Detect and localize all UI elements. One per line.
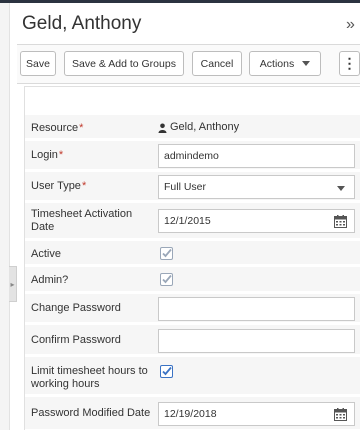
timesheet-activation-value: 12/1/2015 <box>164 215 211 227</box>
confirm-password-row: Confirm Password <box>25 325 360 356</box>
calendar-icon[interactable] <box>334 408 347 421</box>
actions-dropdown-button[interactable]: Actions <box>249 51 321 76</box>
limit-timesheet-row: Limit timesheet hours to working hours <box>25 357 360 396</box>
panel-collapse-handle[interactable]: ▸ <box>9 266 17 302</box>
actions-label: Actions <box>259 57 295 70</box>
password-modified-date-input[interactable]: 12/19/2018 <box>158 402 355 426</box>
left-panel-gutter <box>0 3 10 430</box>
toolbar: Save Save & Add to Groups Cancel Actions… <box>17 44 360 84</box>
admin-checkbox[interactable] <box>160 273 173 286</box>
admin-row: Admin? <box>25 267 360 293</box>
change-password-label: Change Password <box>31 302 121 314</box>
active-checkbox[interactable] <box>160 247 173 260</box>
save-add-to-groups-button[interactable]: Save & Add to Groups <box>64 51 184 76</box>
required-marker: * <box>81 180 87 192</box>
resource-row: Resource* Geld, Anthony <box>25 115 360 140</box>
chevron-down-icon <box>337 186 345 191</box>
change-password-input[interactable] <box>158 297 355 321</box>
change-password-row: Change Password <box>25 294 360 324</box>
more-options-button[interactable]: ⋮ <box>339 51 360 76</box>
cancel-button[interactable]: Cancel <box>192 51 242 76</box>
required-marker: * <box>58 149 64 161</box>
calendar-icon[interactable] <box>334 215 347 228</box>
admin-label: Admin? <box>31 274 69 286</box>
user-type-select[interactable]: Full User <box>158 175 355 199</box>
active-row: Active <box>25 241 360 266</box>
login-input[interactable]: admindemo <box>158 144 355 168</box>
user-type-label: User Type* <box>31 180 87 192</box>
page-title: Geld, Anthony <box>22 13 142 34</box>
login-label: Login* <box>31 149 64 161</box>
active-label: Active <box>31 248 61 260</box>
top-bar <box>0 0 360 3</box>
password-modified-row: Password Modified Date 12/19/2018 <box>25 397 360 431</box>
user-type-value: Full User <box>164 181 207 193</box>
confirm-password-input[interactable] <box>158 329 355 353</box>
resource-label: Resource* <box>31 122 84 134</box>
save-button[interactable]: Save <box>20 51 56 76</box>
required-marker: * <box>79 122 84 134</box>
timesheet-activation-row: Timesheet Activation Date 12/1/2015 <box>25 203 360 240</box>
password-modified-label: Password Modified Date <box>31 407 151 419</box>
user-type-row: User Type* Full User <box>25 172 360 202</box>
password-modified-value: 12/19/2018 <box>164 408 217 420</box>
chevron-down-icon <box>302 61 311 66</box>
timesheet-activation-date-input[interactable]: 12/1/2015 <box>158 209 355 233</box>
resource-value: Geld, Anthony <box>170 121 240 133</box>
limit-timesheet-label: Limit timesheet hours to working hours <box>31 365 148 390</box>
user-form: Resource* Geld, Anthony Login* admindemo… <box>24 86 360 431</box>
timesheet-activation-label: Timesheet Activation Date <box>31 208 133 233</box>
expand-panel-icon[interactable]: » <box>346 16 355 34</box>
limit-timesheet-checkbox[interactable] <box>160 365 173 378</box>
login-row: Login* admindemo <box>25 141 360 171</box>
confirm-password-label: Confirm Password <box>31 334 121 346</box>
user-icon <box>158 123 167 133</box>
